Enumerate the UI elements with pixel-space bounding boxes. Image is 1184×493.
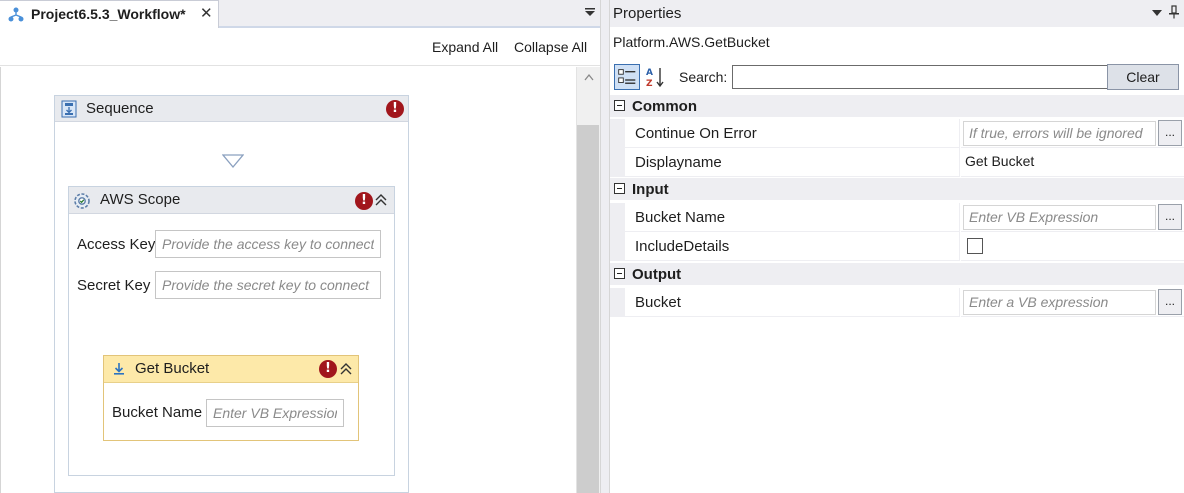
search-label: Search: bbox=[679, 69, 728, 85]
selected-activity-type: Platform.AWS.GetBucket bbox=[613, 34, 770, 50]
panel-menu-dropdown-icon[interactable] bbox=[1152, 9, 1162, 17]
collapse-category-icon[interactable] bbox=[614, 183, 625, 194]
aws-scope-title: AWS Scope bbox=[100, 191, 181, 208]
property-row-continue-on-error: Continue On Error If true, errors will b… bbox=[610, 119, 1184, 148]
property-row-bucket-name: Bucket Name Enter VB Expression ... bbox=[610, 203, 1184, 232]
tab-title: Project6.5.3_Workflow* bbox=[31, 6, 186, 22]
property-name-cell: Displayname bbox=[625, 148, 960, 177]
continue-on-error-input[interactable]: If true, errors will be ignored bbox=[963, 121, 1156, 146]
property-value-cell[interactable]: Get Bucket bbox=[961, 148, 1184, 177]
get-bucket-header[interactable]: Get Bucket ! bbox=[104, 356, 358, 383]
sequence-icon bbox=[61, 100, 77, 118]
get-bucket-activity[interactable]: Get Bucket ! Bucket Name bbox=[103, 355, 359, 441]
download-icon bbox=[114, 363, 124, 375]
bucket-name-property-input[interactable]: Enter VB Expression bbox=[963, 205, 1156, 230]
expression-editor-button[interactable]: ... bbox=[1158, 120, 1182, 146]
panel-splitter[interactable] bbox=[600, 0, 610, 493]
property-row-bucket: Bucket Enter a VB expression ... bbox=[610, 288, 1184, 317]
designer-header-bar: Expand All Collapse All bbox=[0, 30, 600, 66]
aws-scope-gear-icon bbox=[74, 193, 90, 209]
bucket-name-input[interactable] bbox=[206, 399, 344, 427]
document-tab-strip: Project6.5.3_Workflow* ✕ bbox=[0, 0, 600, 28]
property-value-cell: Enter a VB expression ... bbox=[961, 288, 1184, 317]
tab-project-workflow[interactable]: Project6.5.3_Workflow* ✕ bbox=[0, 0, 219, 28]
secret-key-label: Secret Key bbox=[77, 277, 151, 294]
sequence-title: Sequence bbox=[86, 100, 154, 117]
scroll-up-icon[interactable] bbox=[584, 73, 594, 81]
property-name: Bucket bbox=[635, 294, 681, 311]
search-input[interactable] bbox=[732, 65, 1108, 89]
properties-title-bar: Properties bbox=[610, 0, 1184, 27]
property-row-include-details: IncludeDetails bbox=[610, 232, 1184, 261]
bucket-output-input[interactable]: Enter a VB expression bbox=[963, 290, 1156, 315]
row-gutter bbox=[610, 148, 625, 177]
categorized-view-icon[interactable] bbox=[614, 64, 640, 90]
tab-list-dropdown-icon[interactable] bbox=[584, 6, 596, 18]
collapse-all-link[interactable]: Collapse All bbox=[514, 39, 587, 55]
properties-title: Properties bbox=[613, 5, 682, 22]
access-key-input[interactable] bbox=[155, 230, 381, 258]
category-output[interactable]: Output bbox=[610, 263, 1184, 285]
property-value-cell: If true, errors will be ignored ... bbox=[961, 119, 1184, 148]
row-gutter bbox=[610, 203, 625, 232]
displayname-value[interactable]: Get Bucket bbox=[965, 153, 1034, 169]
property-name: Displayname bbox=[635, 154, 722, 171]
property-row-displayname: Displayname Get Bucket bbox=[610, 148, 1184, 177]
drop-target-arrow-icon bbox=[222, 154, 244, 168]
aws-scope-header[interactable]: AWS Scope ! bbox=[69, 187, 394, 214]
properties-toolbar: A Z Search: Clear bbox=[610, 62, 1184, 92]
property-name: IncludeDetails bbox=[635, 238, 730, 255]
close-icon[interactable]: ✕ bbox=[200, 4, 213, 22]
row-gutter bbox=[610, 232, 625, 261]
error-icon[interactable]: ! bbox=[355, 192, 373, 210]
sequence-header[interactable]: Sequence ! bbox=[55, 96, 408, 122]
property-name-cell: Continue On Error bbox=[625, 119, 960, 148]
include-details-checkbox[interactable] bbox=[967, 238, 983, 254]
category-common[interactable]: Common bbox=[610, 95, 1184, 117]
property-name-cell: Bucket bbox=[625, 288, 960, 317]
svg-text:Z: Z bbox=[646, 79, 653, 89]
vertical-scrollbar[interactable] bbox=[576, 67, 600, 493]
error-icon[interactable]: ! bbox=[386, 100, 404, 118]
property-name: Bucket Name bbox=[635, 209, 726, 226]
collapse-chevron-icon[interactable] bbox=[339, 362, 353, 376]
expression-editor-button[interactable]: ... bbox=[1158, 204, 1182, 230]
collapse-category-icon[interactable] bbox=[614, 268, 625, 279]
properties-panel: Properties Platform.AWS.GetBucket A Z Se… bbox=[610, 0, 1184, 493]
property-value-cell bbox=[961, 232, 1184, 261]
get-bucket-title: Get Bucket bbox=[135, 360, 210, 377]
category-label: Output bbox=[632, 266, 682, 283]
workflow-designer-panel: Project6.5.3_Workflow* ✕ Expand All Coll… bbox=[0, 0, 600, 493]
expand-all-link[interactable]: Expand All bbox=[432, 39, 498, 55]
clear-button[interactable]: Clear bbox=[1107, 64, 1179, 90]
row-gutter bbox=[610, 288, 625, 317]
workflow-icon bbox=[8, 7, 24, 22]
property-value-cell: Enter VB Expression ... bbox=[961, 203, 1184, 232]
property-name-cell: IncludeDetails bbox=[625, 232, 960, 261]
pin-icon[interactable] bbox=[1168, 5, 1180, 19]
alphabetical-sort-icon[interactable]: A Z bbox=[642, 64, 668, 90]
error-icon[interactable]: ! bbox=[319, 360, 337, 378]
scrollbar-thumb[interactable] bbox=[577, 125, 599, 493]
category-label: Common bbox=[632, 98, 697, 115]
property-name-cell: Bucket Name bbox=[625, 203, 960, 232]
expression-editor-button[interactable]: ... bbox=[1158, 289, 1182, 315]
secret-key-input[interactable] bbox=[155, 271, 381, 299]
bucket-name-label: Bucket Name bbox=[112, 404, 203, 421]
access-key-label: Access Key bbox=[77, 236, 156, 253]
svg-text:A: A bbox=[646, 68, 653, 78]
category-label: Input bbox=[632, 181, 669, 198]
row-gutter bbox=[610, 119, 625, 148]
collapse-category-icon[interactable] bbox=[614, 100, 625, 111]
collapse-chevron-icon[interactable] bbox=[374, 193, 388, 207]
category-input[interactable]: Input bbox=[610, 178, 1184, 200]
property-name: Continue On Error bbox=[635, 125, 757, 142]
